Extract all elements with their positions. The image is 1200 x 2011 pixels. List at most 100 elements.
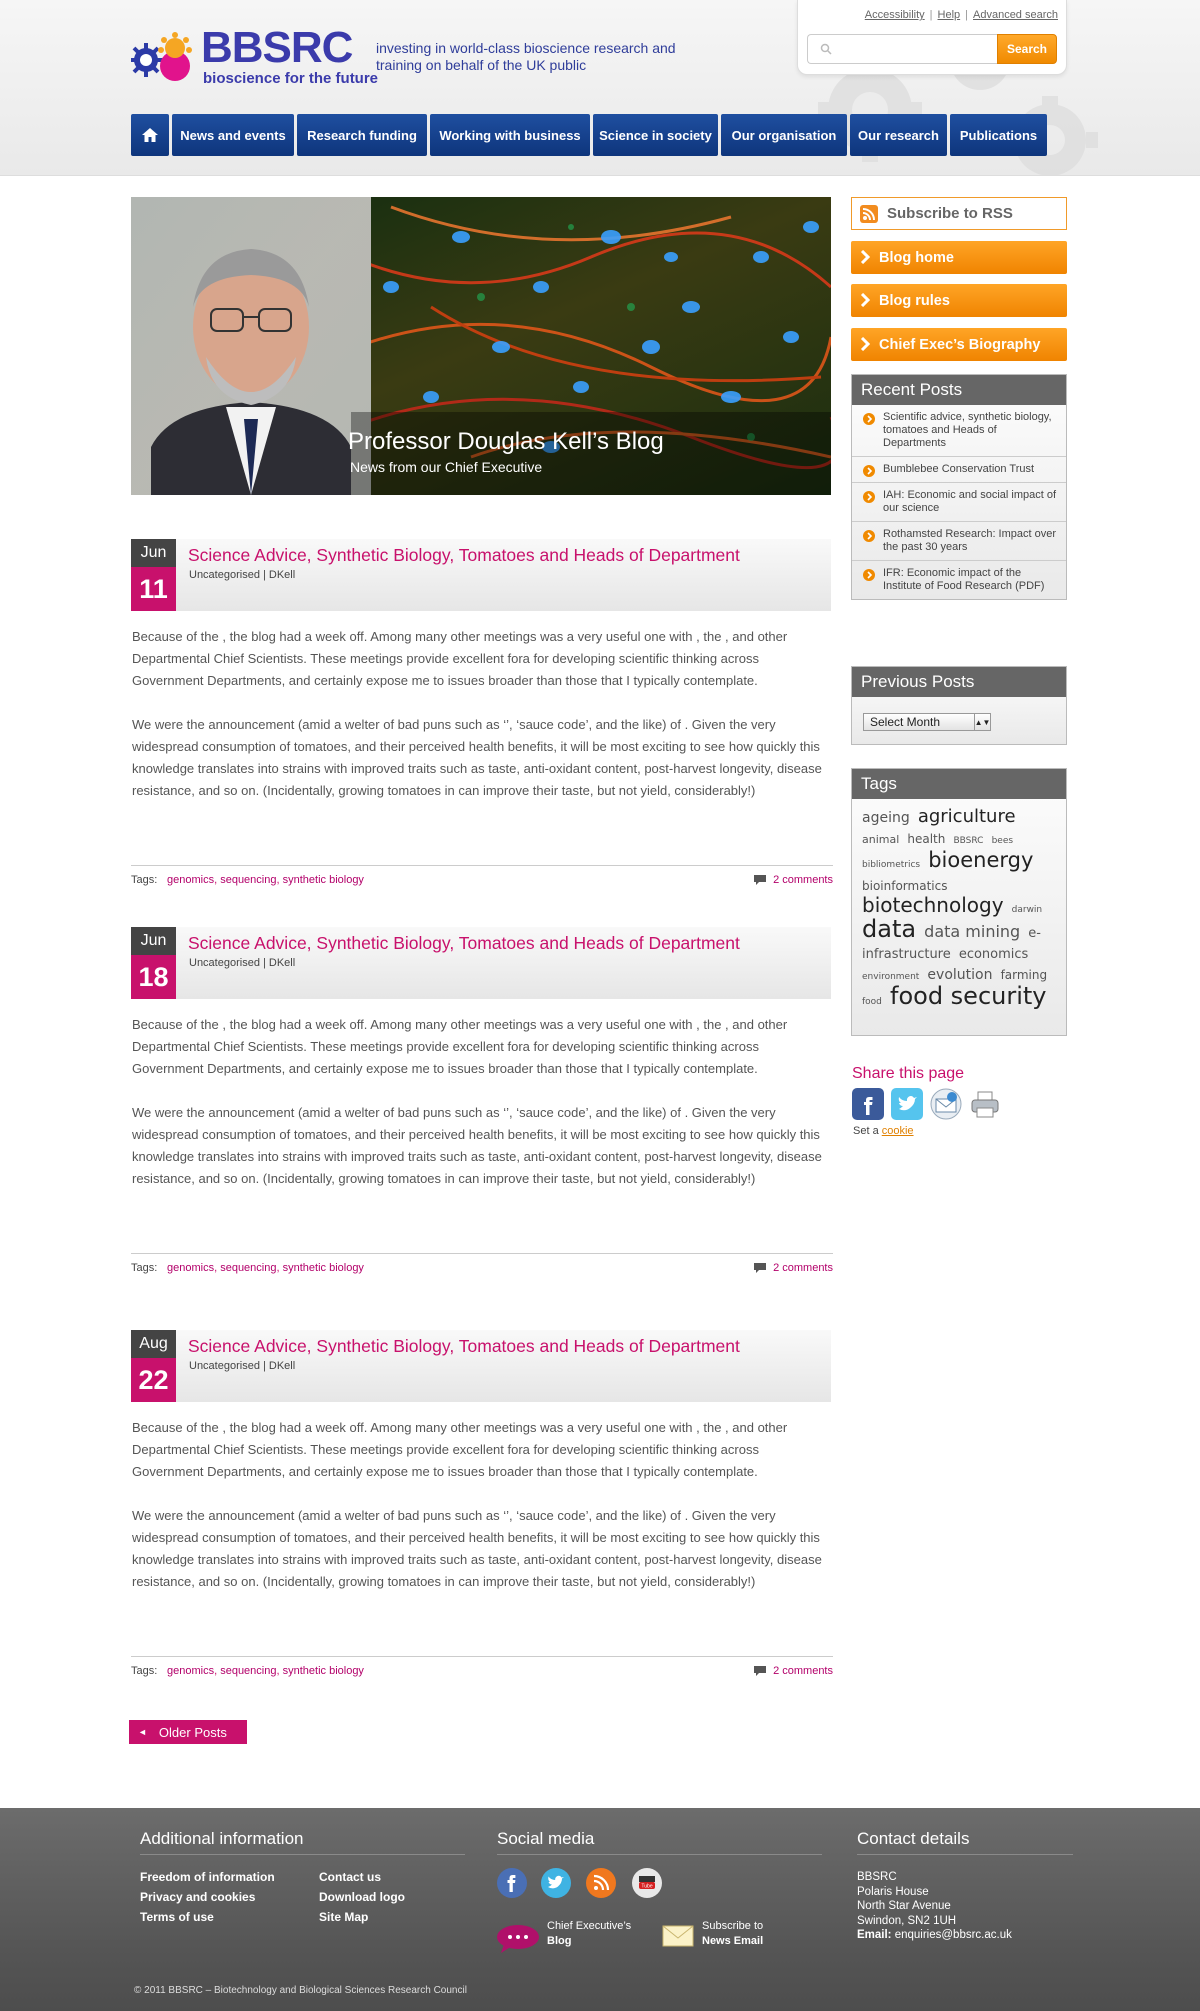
tag-cloud-link[interactable]: environment	[862, 972, 919, 982]
rss-icon[interactable]	[586, 1868, 616, 1898]
chief-exec-blog-link[interactable]: Chief Executive’s Blog	[547, 1919, 631, 1949]
tag-link[interactable]: genomics	[167, 1665, 214, 1677]
recent-post-item[interactable]: IAH: Economic and social impact of our s…	[852, 483, 1066, 522]
envelope-icon[interactable]	[662, 1924, 694, 1948]
comments-link[interactable]: 2 comments	[753, 874, 833, 886]
nav-home[interactable]	[131, 114, 169, 156]
help-link[interactable]: Help	[938, 9, 961, 21]
email-icon[interactable]	[930, 1088, 962, 1120]
tag-cloud-link[interactable]: BBSRC	[953, 836, 983, 846]
older-posts-button[interactable]: ◄ Older Posts	[129, 1720, 247, 1744]
print-icon[interactable]	[969, 1088, 1001, 1120]
recent-post-item[interactable]: IFR: Economic impact of the Institute of…	[852, 561, 1066, 599]
tag-cloud-link[interactable]: darwin	[1012, 905, 1043, 915]
blog-link-line2: Blog	[547, 1935, 572, 1947]
nav-research-funding[interactable]: Research funding	[297, 114, 427, 156]
tag-link[interactable]: synthetic biology	[283, 1665, 364, 1677]
tag-cloud-link[interactable]: bibliometrics	[862, 860, 920, 870]
tag-cloud-link[interactable]: ageing	[862, 810, 910, 826]
recent-post-link[interactable]: Bumblebee Conservation Trust	[883, 463, 1034, 475]
recent-post-item[interactable]: Scientific advice, synthetic biology, to…	[852, 405, 1066, 457]
twitter-icon[interactable]	[891, 1088, 923, 1120]
facebook-icon[interactable]	[852, 1088, 884, 1120]
site-map-link[interactable]: Site Map	[319, 1910, 368, 1924]
subscribe-rss-button[interactable]: Subscribe to RSS	[851, 197, 1067, 230]
tag-link[interactable]: genomics	[167, 1262, 214, 1274]
recent-post-item[interactable]: Rothamsted Research: Impact over the pas…	[852, 522, 1066, 561]
search-input[interactable]	[807, 34, 997, 64]
blog-post: Aug 22 Science Advice, Synthetic Biology…	[131, 1330, 833, 1680]
bbsrc-logo[interactable]: BBSRC bioscience for the future	[131, 26, 378, 90]
contact-us-link[interactable]: Contact us	[319, 1870, 381, 1884]
comments-link[interactable]: 2 comments	[753, 1262, 833, 1274]
tag-cloud-link[interactable]: food	[862, 997, 882, 1007]
tag-cloud-link[interactable]: biotechnology	[862, 893, 1004, 917]
tag-link[interactable]: synthetic biology	[283, 874, 364, 886]
privacy-and-cookies-link[interactable]: Privacy and cookies	[140, 1890, 255, 1904]
youtube-icon[interactable]: Tube	[632, 1868, 662, 1898]
tag-cloud-link[interactable]: economics	[959, 947, 1029, 962]
contact-details-title: Contact details	[857, 1829, 970, 1848]
terms-of-use-link[interactable]: Terms of use	[140, 1910, 214, 1924]
tag-link[interactable]: sequencing	[220, 874, 276, 886]
post-title-link[interactable]: Science Advice, Synthetic Biology, Tomat…	[188, 545, 740, 566]
subscribe-rss-label: Subscribe to RSS	[887, 205, 1013, 222]
tag-cloud-link[interactable]: evolution	[927, 967, 992, 983]
nav-working-with-business[interactable]: Working with business	[430, 114, 590, 156]
post-title-link[interactable]: Science Advice, Synthetic Biology, Tomat…	[188, 1336, 740, 1357]
search-button[interactable]: Search	[997, 34, 1057, 64]
news-email-link[interactable]: Subscribe to News Email	[702, 1919, 763, 1949]
recent-post-link[interactable]: Scientific advice, synthetic biology, to…	[883, 411, 1052, 449]
month-select[interactable]: Select Month ▲▼	[863, 713, 991, 731]
tag-cloud-link[interactable]: data	[862, 915, 916, 943]
post-paragraph: We were the announcement (amid a welter …	[132, 1508, 822, 1589]
email-link[interactable]: enquiries@bbsrc.ac.uk	[895, 1929, 1012, 1941]
tag-link[interactable]: synthetic biology	[283, 1262, 364, 1274]
tag-cloud-link[interactable]: data mining	[924, 922, 1020, 941]
chief-exec-blog-icon[interactable]	[496, 1924, 540, 1954]
tag-link[interactable]: sequencing	[220, 1665, 276, 1677]
nav-our-research[interactable]: Our research	[850, 114, 947, 156]
nav-publications[interactable]: Publications	[950, 114, 1047, 156]
post-body: Because of the , the blog had a week off…	[132, 1014, 822, 1212]
recent-post-link[interactable]: Rothamsted Research: Impact over the pas…	[883, 528, 1056, 553]
advanced-search-link[interactable]: Advanced search	[973, 9, 1058, 21]
cookie-link[interactable]: cookie	[882, 1125, 914, 1137]
tag-cloud-link[interactable]: bees	[992, 836, 1013, 846]
tag-cloud-link[interactable]: food security	[890, 982, 1047, 1010]
blog-rules-button[interactable]: Blog rules	[851, 284, 1067, 317]
chief-exec-biography-button[interactable]: Chief Exec’s Biography	[851, 328, 1067, 361]
divider	[497, 1854, 822, 1855]
tag-cloud-link[interactable]: farming	[1001, 968, 1048, 982]
post-title-link[interactable]: Science Advice, Synthetic Biology, Tomat…	[188, 933, 740, 954]
tag-cloud-link[interactable]: health	[907, 832, 945, 846]
recent-post-link[interactable]: IAH: Economic and social impact of our s…	[883, 489, 1056, 514]
recent-post-link[interactable]: IFR: Economic impact of the Institute of…	[883, 567, 1044, 592]
home-icon	[142, 128, 158, 142]
rss-icon	[860, 205, 878, 223]
recent-posts-title: Recent Posts	[852, 375, 1066, 405]
recent-post-item[interactable]: Bumblebee Conservation Trust	[852, 457, 1066, 483]
tag-link[interactable]: genomics	[167, 874, 214, 886]
accessibility-link[interactable]: Accessibility	[865, 9, 925, 21]
cookie-prefix: Set a	[853, 1125, 879, 1137]
nav-our-organisation[interactable]: Our organisation	[721, 114, 847, 156]
freedom-of-information-link[interactable]: Freedom of information	[140, 1870, 275, 1884]
post-header: Aug 22 Science Advice, Synthetic Biology…	[131, 1330, 831, 1402]
facebook-icon[interactable]	[497, 1868, 527, 1898]
site-footer: Additional information Freedom of inform…	[0, 1808, 1200, 2011]
comments-link[interactable]: 2 comments	[753, 1665, 833, 1677]
nav-science-in-society[interactable]: Science in society	[593, 114, 718, 156]
tag-cloud-link[interactable]: agriculture	[918, 806, 1016, 827]
tag-cloud-link[interactable]: bioinformatics	[862, 879, 947, 893]
tag-cloud-link[interactable]: animal	[862, 833, 899, 846]
blog-home-button[interactable]: Blog home	[851, 241, 1067, 274]
tag-link[interactable]: sequencing	[220, 1262, 276, 1274]
svg-text:Tube: Tube	[641, 1884, 652, 1890]
twitter-icon[interactable]	[541, 1868, 571, 1898]
tag-cloud-link[interactable]: bioenergy	[928, 848, 1033, 872]
nav-news-and-events[interactable]: News and events	[172, 114, 294, 156]
post-footer: Tags: genomics, sequencing, synthetic bi…	[131, 1253, 833, 1275]
download-logo-link[interactable]: Download logo	[319, 1890, 405, 1904]
address-line: North Star Avenue	[857, 1900, 951, 1912]
